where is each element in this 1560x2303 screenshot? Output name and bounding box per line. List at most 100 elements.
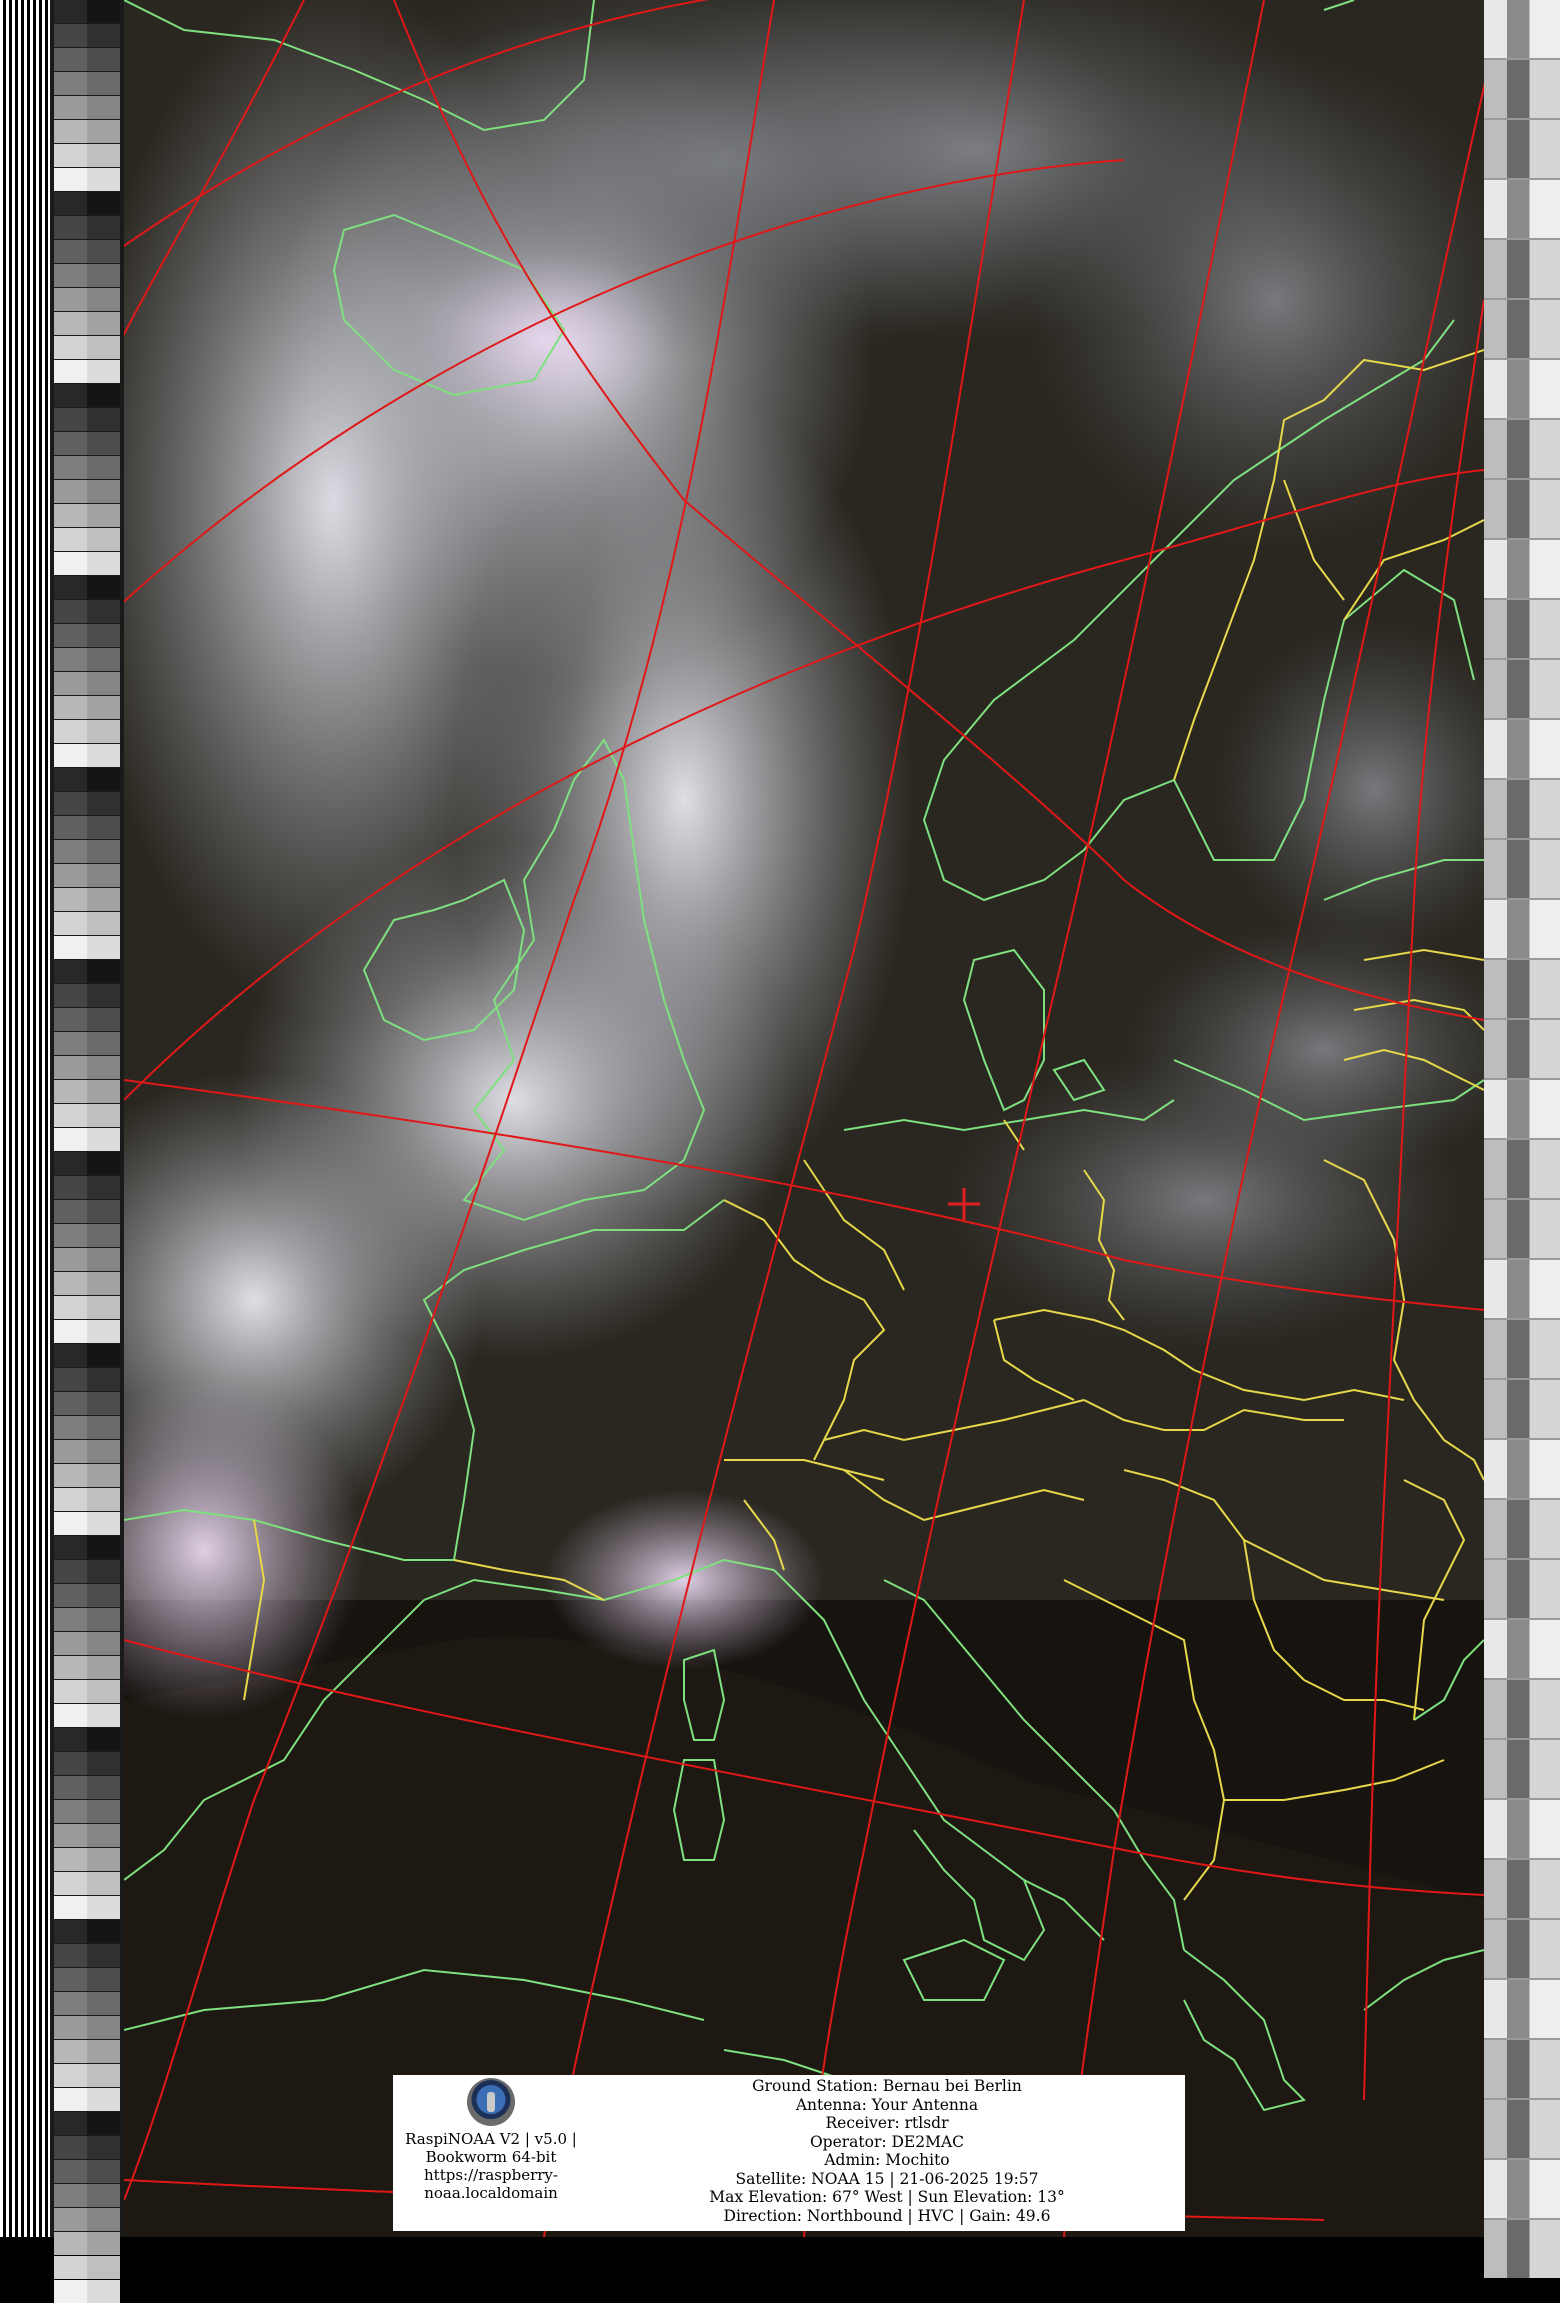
receiver: Receiver: rtlsdr xyxy=(825,2114,949,2132)
telemetry-wedge xyxy=(54,552,120,575)
telemetry-bar xyxy=(1484,1560,1560,1618)
telemetry-bar xyxy=(1484,960,1560,1018)
elevation: Max Elevation: 67° West | Sun Elevation:… xyxy=(709,2188,1065,2206)
telemetry-strip-left xyxy=(50,0,124,2303)
telemetry-wedge xyxy=(54,1848,120,1871)
telemetry-wedge xyxy=(54,984,120,1007)
telemetry-bar xyxy=(1484,1200,1560,1258)
telemetry-wedge xyxy=(54,1800,120,1823)
url-line-1: https://raspberry- xyxy=(424,2166,558,2184)
telemetry-bar xyxy=(1484,1020,1560,1078)
telemetry-wedge xyxy=(54,2112,120,2135)
telemetry-wedge xyxy=(54,2184,120,2207)
telemetry-wedge xyxy=(54,2160,120,2183)
telemetry-wedge xyxy=(54,72,120,95)
telemetry-wedge xyxy=(54,576,120,599)
telemetry-bar xyxy=(1484,1740,1560,1798)
admin: Admin: Mochito xyxy=(824,2151,950,2169)
telemetry-bar xyxy=(1484,1860,1560,1918)
telemetry-wedge xyxy=(54,336,120,359)
telemetry-bar xyxy=(1484,360,1560,418)
telemetry-wedge xyxy=(54,1200,120,1223)
telemetry-wedge xyxy=(54,768,120,791)
sync-strip-left xyxy=(0,0,50,2237)
telemetry-wedge xyxy=(54,2088,120,2111)
telemetry-wedge xyxy=(54,912,120,935)
telemetry-bar xyxy=(1484,720,1560,778)
telemetry-wedge xyxy=(54,120,120,143)
telemetry-wedge xyxy=(54,360,120,383)
telemetry-wedge xyxy=(54,168,120,191)
telemetry-wedge xyxy=(54,600,120,623)
telemetry-wedge xyxy=(54,2232,120,2255)
telemetry-bar xyxy=(1484,1920,1560,1978)
telemetry-wedge xyxy=(54,1248,120,1271)
telemetry-wedge xyxy=(54,1440,120,1463)
telemetry-wedge xyxy=(54,2040,120,2063)
raspinoaa-logo xyxy=(467,2078,515,2126)
telemetry-wedge xyxy=(54,384,120,407)
telemetry-wedge xyxy=(54,504,120,527)
telemetry-bar xyxy=(1484,840,1560,898)
telemetry-wedge xyxy=(54,240,120,263)
telemetry-wedge xyxy=(54,216,120,239)
telemetry-wedge xyxy=(54,1008,120,1031)
telemetry-bar xyxy=(1484,1620,1560,1678)
telemetry-bar xyxy=(1484,1320,1560,1378)
telemetry-wedge xyxy=(54,1560,120,1583)
direction: Direction: Northbound | HVC | Gain: 49.6 xyxy=(723,2206,1051,2225)
telemetry-bar xyxy=(1484,1800,1560,1858)
telemetry-wedge xyxy=(54,144,120,167)
telemetry-bar xyxy=(1484,900,1560,958)
telemetry-wedge xyxy=(54,1584,120,1607)
telemetry-wedge xyxy=(54,432,120,455)
telemetry-wedge xyxy=(54,1080,120,1103)
telemetry-wedge xyxy=(54,1680,120,1703)
telemetry-wedge xyxy=(54,1752,120,1775)
telemetry-wedge xyxy=(54,960,120,983)
telemetry-wedge xyxy=(54,1536,120,1559)
telemetry-wedge xyxy=(54,1392,120,1415)
telemetry-wedge xyxy=(54,624,120,647)
telemetry-wedge xyxy=(54,2280,120,2303)
telemetry-wedge xyxy=(54,1176,120,1199)
telemetry-bar xyxy=(1484,1080,1560,1138)
telemetry-wedge xyxy=(54,2208,120,2231)
telemetry-wedge xyxy=(54,1032,120,1055)
telemetry-wedge xyxy=(54,1320,120,1343)
telemetry-wedge xyxy=(54,672,120,695)
telemetry-wedge xyxy=(54,1992,120,2015)
telemetry-wedge xyxy=(54,840,120,863)
telemetry-wedge xyxy=(54,720,120,743)
telemetry-wedge xyxy=(54,1272,120,1295)
os-version: Bookworm 64-bit xyxy=(425,2148,557,2166)
telemetry-bar xyxy=(1484,780,1560,838)
url-line-2: noaa.localdomain xyxy=(424,2184,558,2202)
software-version: RaspiNOAA V2 | v5.0 | xyxy=(405,2130,577,2148)
telemetry-bar xyxy=(1484,420,1560,478)
telemetry-wedge xyxy=(54,480,120,503)
telemetry-wedge xyxy=(54,288,120,311)
pass-info: Ground Station: Bernau bei Berlin Antenn… xyxy=(589,2077,1185,2225)
telemetry-bar xyxy=(1484,60,1560,118)
telemetry-wedge xyxy=(54,1968,120,1991)
telemetry-wedge xyxy=(54,1152,120,1175)
telemetry-bar xyxy=(1484,660,1560,718)
telemetry-wedge xyxy=(54,1776,120,1799)
telemetry-bar xyxy=(1484,2220,1560,2278)
telemetry-wedge xyxy=(54,0,120,23)
telemetry-wedge xyxy=(54,792,120,815)
telemetry-wedge xyxy=(54,1608,120,1631)
telemetry-wedge xyxy=(54,936,120,959)
telemetry-bar xyxy=(1484,1260,1560,1318)
telemetry-wedge xyxy=(54,2136,120,2159)
telemetry-bar xyxy=(1484,1500,1560,1558)
telemetry-wedge xyxy=(54,816,120,839)
satellite-image: RaspiNOAA V2 | v5.0 | Bookworm 64-bit ht… xyxy=(0,0,1560,2303)
telemetry-wedge xyxy=(54,312,120,335)
telemetry-wedge xyxy=(54,1464,120,1487)
software-info: RaspiNOAA V2 | v5.0 | Bookworm 64-bit ht… xyxy=(393,2075,589,2231)
satellite: Satellite: NOAA 15 | 21-06-2025 19:57 xyxy=(735,2169,1039,2188)
telemetry-wedge xyxy=(54,1512,120,1535)
telemetry-wedge xyxy=(54,528,120,551)
